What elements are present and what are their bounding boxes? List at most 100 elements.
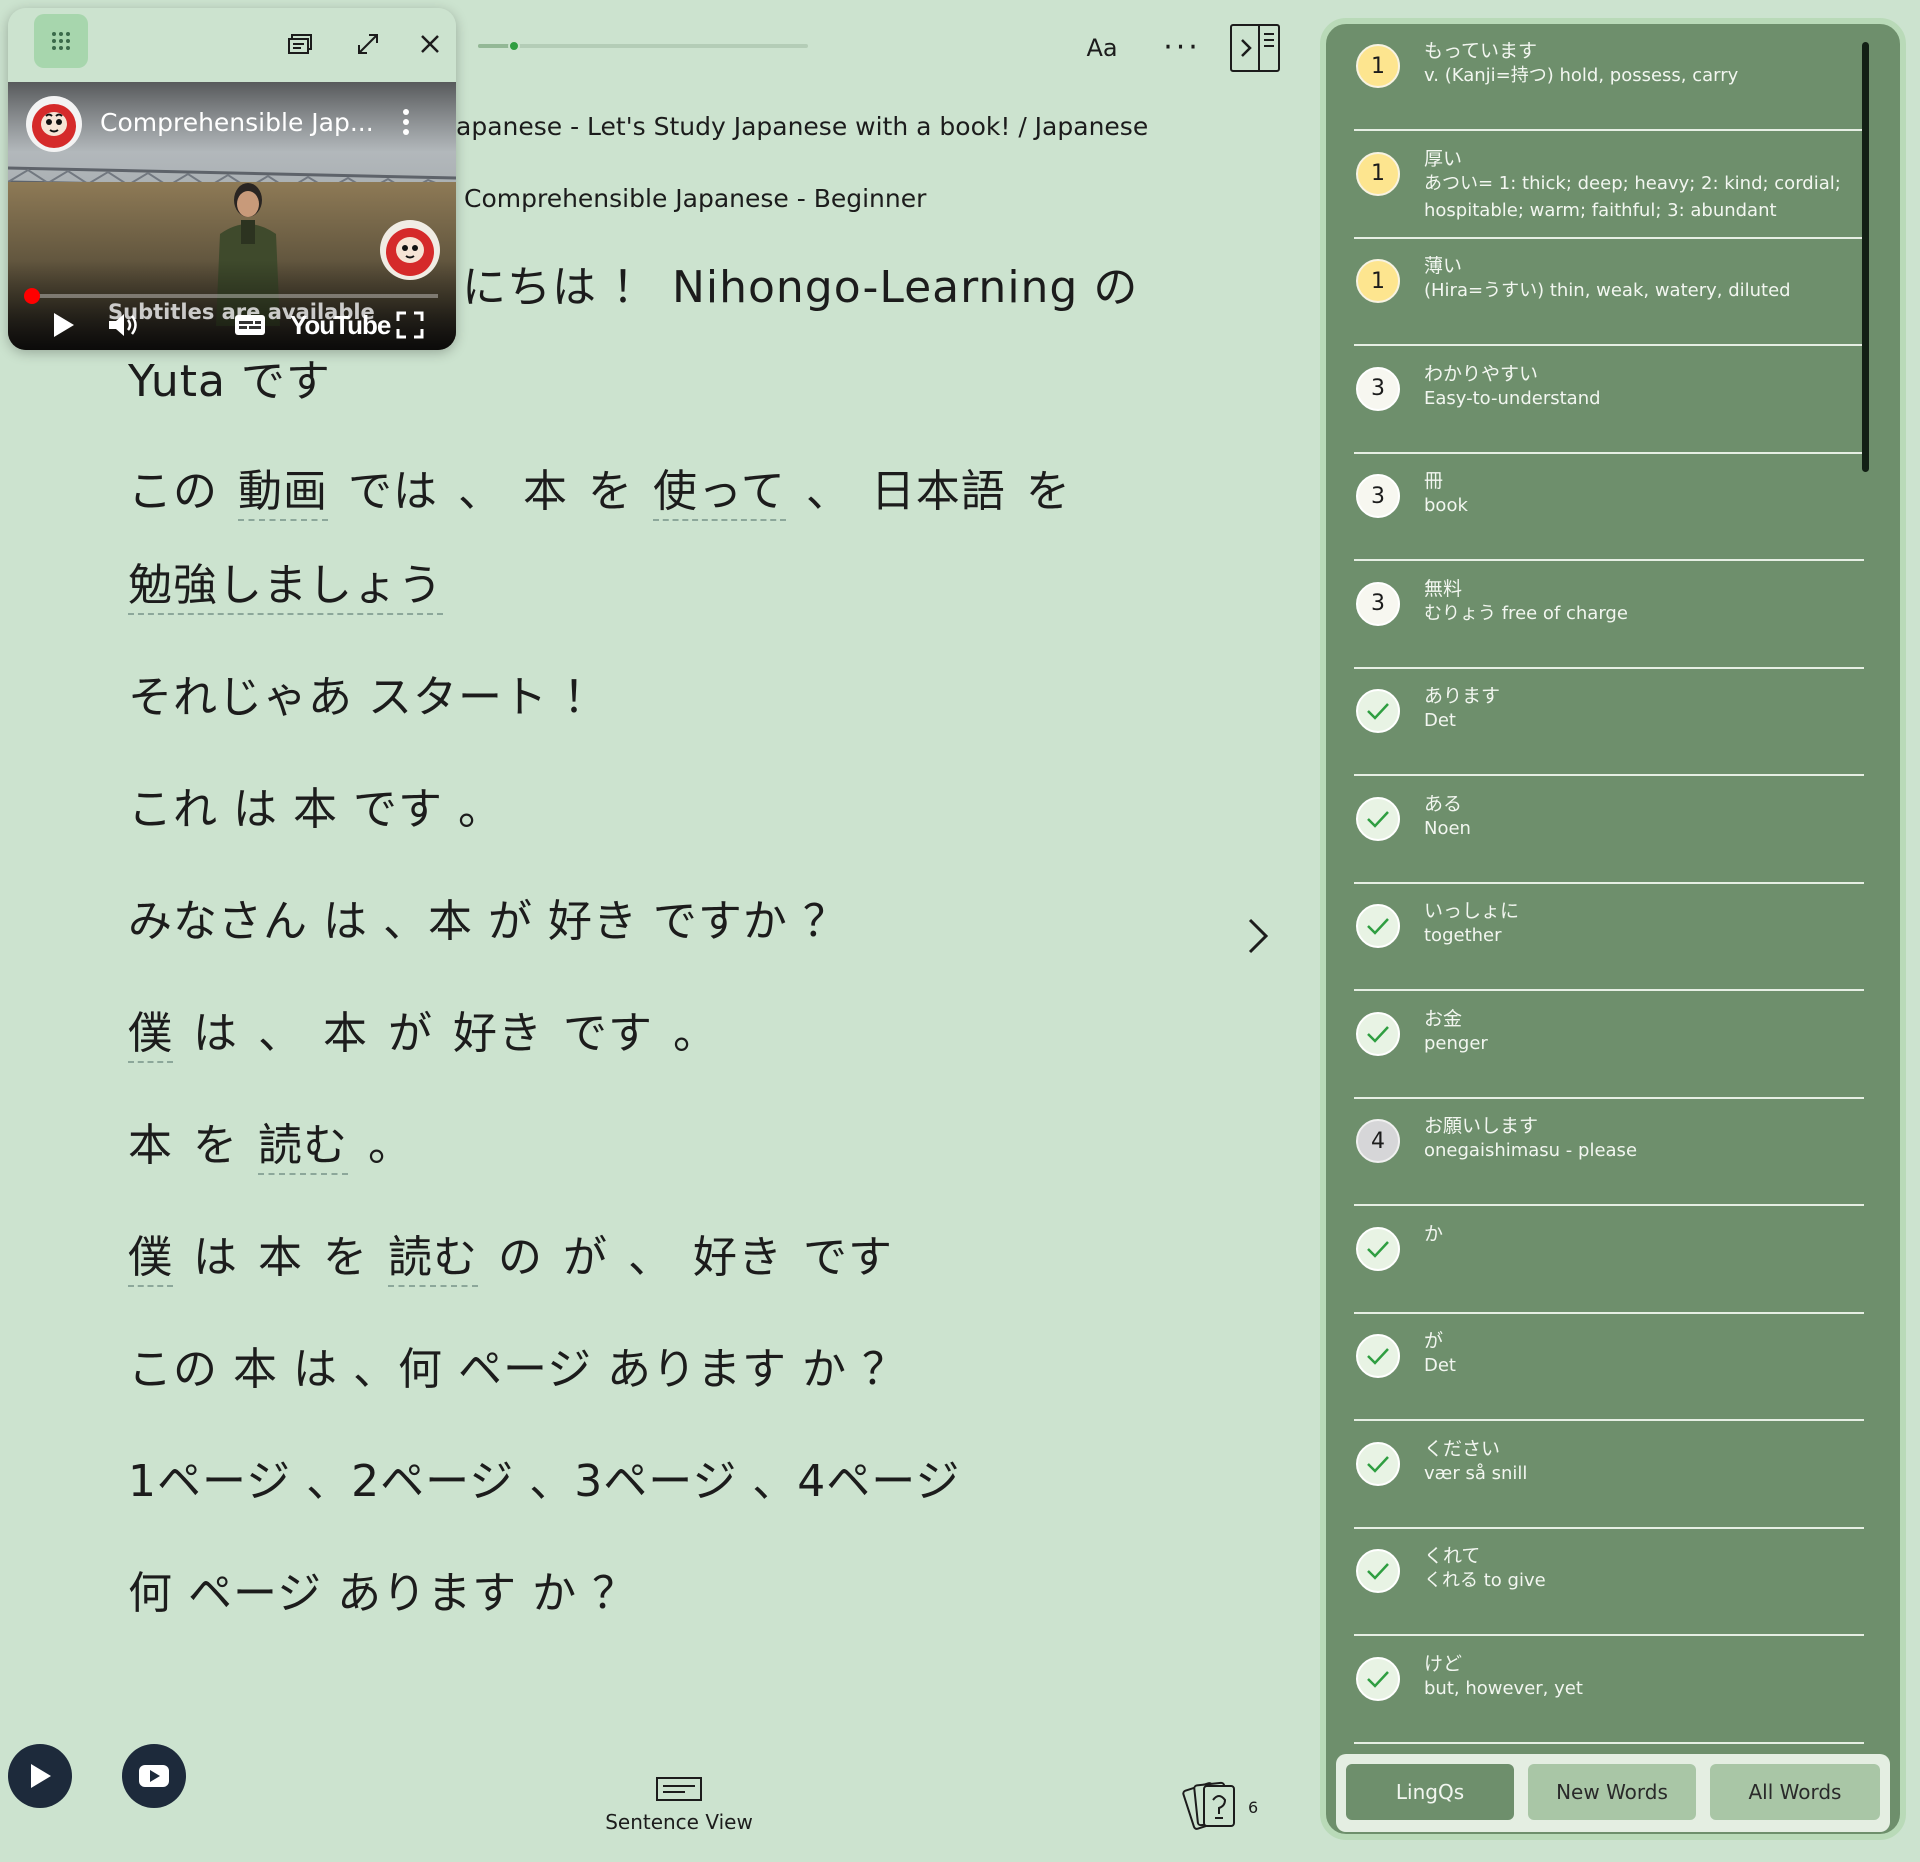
lesson-course-title[interactable]: apanese - Let's Study Japanese with a bo… bbox=[456, 112, 1148, 141]
known-status-badge[interactable] bbox=[1356, 904, 1400, 948]
lingq-level-badge[interactable]: 3 bbox=[1356, 581, 1400, 626]
tab-all-words[interactable]: All Words bbox=[1710, 1764, 1880, 1820]
video-player-popup[interactable]: Comprehensible Jap... Subtitles are avai… bbox=[8, 8, 456, 350]
word[interactable]: は bbox=[193, 1232, 238, 1283]
video-seek-bar[interactable] bbox=[28, 294, 438, 298]
text-line-13[interactable]: 何 ページ あります か ？ bbox=[128, 1568, 637, 1621]
word-list[interactable]: 1 もっています v. (Kanji=持つ) hold, possess, carr… bbox=[1326, 24, 1900, 1754]
video-title[interactable]: Comprehensible Jap... bbox=[100, 108, 374, 137]
video-toggle-button[interactable] bbox=[122, 1744, 186, 1808]
lingq-level-badge[interactable]: 1 bbox=[1356, 44, 1400, 88]
word-underlined[interactable]: 僕 bbox=[128, 1008, 173, 1063]
word[interactable]: 本 bbox=[128, 1120, 173, 1171]
video-play-button[interactable] bbox=[46, 308, 82, 342]
known-status-badge[interactable] bbox=[1356, 1226, 1400, 1271]
lesson-progress-bar[interactable] bbox=[478, 40, 808, 52]
word-list-item[interactable]: お金 penger bbox=[1354, 992, 1864, 1099]
lingq-level-badge[interactable]: 1 bbox=[1356, 151, 1400, 196]
known-status-badge[interactable] bbox=[1356, 1441, 1400, 1486]
word-list-item[interactable]: ある Noen bbox=[1354, 777, 1864, 884]
text-line-7[interactable]: みなさん は 、本 が 好き ですか ？ bbox=[128, 896, 848, 949]
toggle-sidebar-button[interactable] bbox=[1230, 24, 1280, 72]
word-list-item[interactable]: 1 もっています v. (Kanji=持つ) hold, possess, carr… bbox=[1354, 24, 1864, 131]
word[interactable]: 好き bbox=[453, 1008, 543, 1059]
text-line-2[interactable]: Yuta です bbox=[128, 356, 331, 409]
word-list-item[interactable]: いっしょに together bbox=[1354, 884, 1864, 991]
text-line-12[interactable]: 1ページ 、2ページ 、3ページ 、4ページ bbox=[128, 1456, 960, 1509]
word[interactable]: 本 bbox=[523, 466, 568, 517]
video-seek-handle[interactable] bbox=[24, 288, 41, 304]
word-list-item[interactable]: 3 冊 book bbox=[1354, 454, 1864, 561]
word-underlined[interactable]: 僕 bbox=[128, 1232, 173, 1287]
word-list-scrollbar[interactable] bbox=[1862, 42, 1869, 472]
video-menu-button[interactable] bbox=[396, 106, 416, 138]
known-status-badge[interactable] bbox=[1356, 1549, 1400, 1593]
more-options-button[interactable]: ··· bbox=[1158, 26, 1206, 70]
lingq-level-badge[interactable]: 1 bbox=[1356, 259, 1400, 303]
word[interactable]: を bbox=[323, 1232, 368, 1283]
expand-video-button[interactable] bbox=[350, 26, 386, 62]
tab-lingqs[interactable]: LingQs bbox=[1346, 1764, 1514, 1820]
word[interactable]: です bbox=[563, 1008, 653, 1059]
sentence-view-button[interactable]: Sentence View bbox=[596, 1776, 762, 1834]
text-line-9[interactable]: 本を読む。 bbox=[128, 1120, 433, 1175]
word[interactable]: は bbox=[193, 1008, 238, 1059]
lesson-progress-handle[interactable] bbox=[508, 40, 521, 52]
next-page-button[interactable] bbox=[1240, 914, 1274, 958]
word-list-item[interactable]: あります Det bbox=[1354, 669, 1864, 776]
word[interactable]: を bbox=[1026, 466, 1071, 517]
close-video-button[interactable] bbox=[412, 26, 448, 62]
font-settings-button[interactable]: Aa bbox=[1080, 26, 1124, 70]
word-underlined[interactable]: 勉強しましょう bbox=[128, 560, 443, 615]
video-captions-button[interactable] bbox=[230, 308, 270, 342]
video-fullscreen-button[interactable] bbox=[392, 308, 428, 342]
word-list-item[interactable]: が Det bbox=[1354, 1314, 1864, 1421]
word[interactable]: です bbox=[803, 1232, 893, 1283]
text-line-11[interactable]: この 本 は 、何 ページ あります か ？ bbox=[128, 1344, 907, 1397]
channel-avatar[interactable] bbox=[26, 96, 82, 152]
word-list-item[interactable]: 1 薄い (Hira=うすい) thin, weak, watery, dilute… bbox=[1354, 239, 1864, 346]
word-list-item[interactable]: 3 わかりやすい Easy-to-understand bbox=[1354, 347, 1864, 454]
text-line-1[interactable]: にちは ！ Nihongo-Learning の bbox=[462, 262, 1138, 315]
word[interactable]: を bbox=[588, 466, 633, 517]
youtube-logo[interactable]: YouTube bbox=[290, 310, 391, 341]
word[interactable]: を bbox=[193, 1120, 238, 1171]
known-status-badge[interactable] bbox=[1356, 689, 1400, 733]
text-line-10[interactable]: 僕は本を読むのが、好き です bbox=[128, 1232, 913, 1287]
word-list-item[interactable]: くれて くれる to give bbox=[1354, 1529, 1864, 1636]
known-status-badge[interactable] bbox=[1356, 796, 1400, 841]
drag-handle-button[interactable] bbox=[34, 14, 88, 68]
play-audio-button[interactable] bbox=[8, 1744, 72, 1808]
word[interactable]: 好き bbox=[693, 1232, 783, 1283]
word-list-item[interactable]: か bbox=[1354, 1207, 1864, 1314]
word[interactable]: が bbox=[563, 1232, 608, 1283]
text-line-6[interactable]: これ は 本 です 。 bbox=[128, 784, 503, 837]
text-line-5[interactable]: それじゃあ スタート ！ bbox=[128, 672, 608, 725]
tab-new-words[interactable]: New Words bbox=[1528, 1764, 1696, 1820]
word[interactable]: 日本語 bbox=[871, 466, 1006, 517]
known-status-badge[interactable] bbox=[1356, 1656, 1400, 1701]
captions-toggle-button[interactable] bbox=[282, 26, 318, 62]
word-underlined[interactable]: 読む bbox=[388, 1232, 478, 1287]
word[interactable]: では bbox=[348, 466, 438, 517]
lesson-collection-title[interactable]: Comprehensible Japanese - Beginner bbox=[464, 184, 926, 213]
known-status-badge[interactable] bbox=[1356, 1334, 1400, 1378]
text-line-4[interactable]: 勉強しましょう bbox=[128, 560, 443, 615]
word-list-item[interactable]: 3 無料 むりょう free of charge bbox=[1354, 562, 1864, 669]
known-status-badge[interactable] bbox=[1356, 1011, 1400, 1056]
word[interactable]: が bbox=[388, 1008, 433, 1059]
word-list-item[interactable]: ください vær så snill bbox=[1354, 1422, 1864, 1529]
text-line-3[interactable]: この 動画 では、本を使って、日本語を bbox=[128, 466, 1091, 521]
word-underlined[interactable]: 動画 bbox=[238, 466, 328, 521]
word[interactable]: この bbox=[128, 466, 218, 517]
text-line-8[interactable]: 僕は、本が好き です。 bbox=[128, 1008, 738, 1063]
word-list-item[interactable]: 1 厚い あつい= 1: thick; deep; heavy; 2: kind; … bbox=[1354, 132, 1864, 239]
word-underlined[interactable]: 読む bbox=[258, 1120, 348, 1175]
word-list-item[interactable]: けど but, however, yet bbox=[1354, 1637, 1864, 1744]
video-frame[interactable]: Comprehensible Jap... Subtitles are avai… bbox=[8, 82, 456, 350]
lingq-level-badge[interactable]: 3 bbox=[1356, 366, 1400, 411]
word[interactable]: 本 bbox=[323, 1008, 368, 1059]
word[interactable]: 本 bbox=[258, 1232, 303, 1283]
lingq-level-badge[interactable]: 3 bbox=[1356, 474, 1400, 518]
video-volume-button[interactable] bbox=[104, 308, 144, 342]
